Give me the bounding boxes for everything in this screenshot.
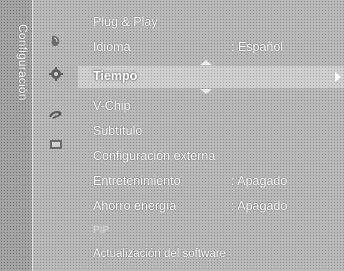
menu-item-label: Configuración externa [93,149,216,163]
menu-item-value: : Apagado [231,199,288,213]
menu-item-label: Actualización del software [93,248,226,260]
menu-item-plug-and-play[interactable]: Plug & Play [84,10,344,34]
menu-item-label: V-Chip [93,99,131,113]
satellite-dish-icon[interactable] [48,108,64,122]
menu-item-entretenimiento[interactable]: Entretenimiento : Apagado [84,169,344,193]
menu-item-value: : Apagado [231,174,288,188]
menu-item-idioma[interactable]: Idioma : Español [84,35,344,59]
menu-item-value: : Español [231,40,284,54]
menu-item-actualizacion-software[interactable]: Actualización del software [84,242,344,266]
settings-menu: Plug & Play Idioma : Español V-Chip Subt… [84,0,344,271]
category-icons [34,0,78,271]
menu-item-label: Entretenimiento [93,174,181,188]
menu-item-label: Subtítulo [93,124,143,138]
menu-item-configuracion-externa[interactable]: Configuración externa [84,144,344,168]
menu-item-label: Idioma [93,40,131,54]
tv-menu-screen: Configuración Tiempo Plug & Play Idioma … [0,0,344,271]
menu-item-label: Ahorro energía [93,199,177,213]
menu-item-pip: PIP [84,218,344,242]
picture-icon[interactable] [48,34,64,48]
sidebar-title: Configuración [16,24,30,101]
menu-item-label: PIP [93,224,110,236]
menu-item-label: Plug & Play [93,15,158,29]
menu-item-ahorro-energia[interactable]: Ahorro energía : Apagado [84,194,344,218]
menu-item-subtitulo[interactable]: Subtítulo [84,119,344,143]
sidebar: Configuración [0,0,33,271]
gear-icon[interactable] [48,67,64,81]
menu-item-v-chip[interactable]: V-Chip [84,94,344,118]
input-icon[interactable] [48,138,64,152]
